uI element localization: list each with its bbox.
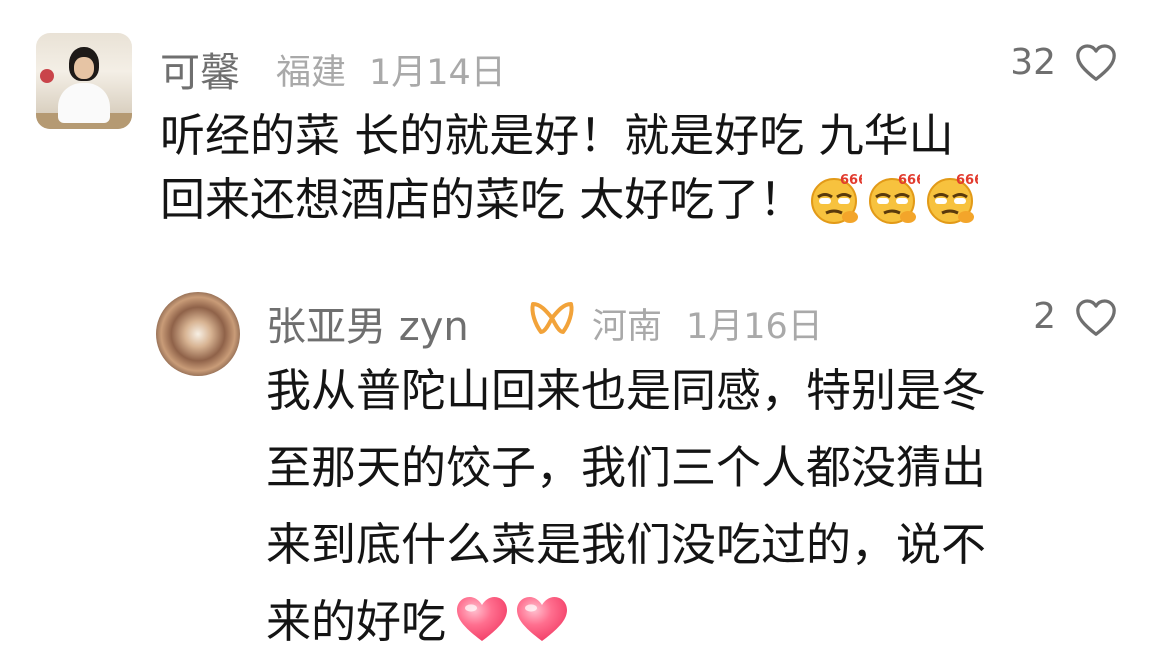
comment-text-line: 我从普陀山回来也是同感，特别是冬 xyxy=(266,364,987,417)
comment-text-line-content: 回来还想酒店的菜吃 太好吃了！ xyxy=(160,173,805,226)
svg-text:666: 666 xyxy=(840,173,862,188)
comment-text-line-content: 来的好吃 xyxy=(266,595,447,648)
heart-outline-icon[interactable] xyxy=(1074,297,1118,337)
avatar[interactable] xyxy=(36,33,132,129)
like-count: 32 xyxy=(1010,42,1056,83)
comment-date: 1月16日 xyxy=(686,307,823,347)
avatar[interactable] xyxy=(156,292,240,376)
heart-outline-icon[interactable] xyxy=(1074,42,1118,82)
red-heart-emoji-icon xyxy=(517,597,568,641)
comment-username[interactable]: 张亚男 zyn xyxy=(266,294,469,352)
comment-text: 听经的菜 长的就是好！就是好吃 九华山 回来还想酒店的菜吃 太好吃了！ 666 xyxy=(160,104,1120,232)
comment-text-line: 回来还想酒店的菜吃 太好吃了！ 66 6 6 66 xyxy=(160,168,1120,232)
comment-username[interactable]: 可馨 xyxy=(160,40,240,98)
red-heart-emoji-icon xyxy=(457,597,508,641)
comment-location: 河南 xyxy=(592,307,663,347)
666-smug-emoji-icon: 666 xyxy=(927,173,978,224)
comment-date: 1月14日 xyxy=(369,53,506,93)
comment-text-line: 来到底什么菜是我们没吃过的，说不 xyxy=(266,518,987,571)
svg-text:666: 666 xyxy=(956,173,978,188)
comment-text-line: 至那天的饺子，我们三个人都没猜出 xyxy=(266,441,987,494)
svg-text:666: 666 xyxy=(898,173,920,188)
creator-badge-icon xyxy=(530,302,574,334)
red-heart-emoji xyxy=(450,583,570,660)
comment-text-line: 来的好吃 xyxy=(266,583,1146,660)
like-count: 2 xyxy=(1033,296,1056,337)
comment-text: 我从普陀山回来也是同感，特别是冬 至那天的饺子，我们三个人都没猜出 来到底什么菜… xyxy=(266,352,1146,660)
666-smug-emoji-icon: 666 xyxy=(869,173,920,224)
comment-location: 福建 xyxy=(276,53,347,93)
666-smug-emoji-icon: 666 xyxy=(811,173,862,224)
666-smug-emoji: 666 666 666 xyxy=(810,168,984,232)
comment-text-line: 听经的菜 长的就是好！就是好吃 九华山 xyxy=(160,109,954,162)
